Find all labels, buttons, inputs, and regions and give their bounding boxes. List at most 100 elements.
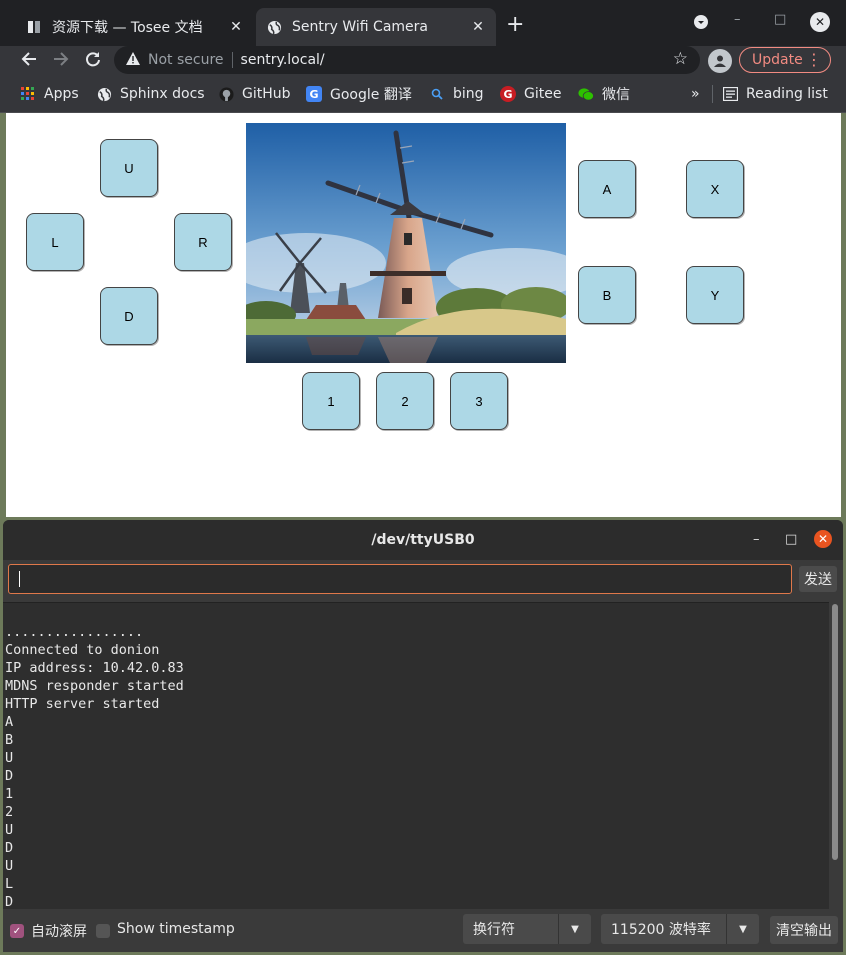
browser-toolbar: Not secure sentry.local/ ☆ Update ⋮ xyxy=(0,46,846,76)
forward-arrow-icon[interactable] xyxy=(50,50,72,73)
bookmark-bing[interactable]: bing xyxy=(429,84,484,104)
serial-window-title: /dev/ttyUSB0 xyxy=(3,520,843,560)
maximize-icon[interactable]: □ xyxy=(774,12,786,27)
camera-stream-image xyxy=(246,123,566,363)
bookmark-label: Gitee xyxy=(524,86,562,102)
new-tab-button[interactable]: + xyxy=(506,12,524,38)
serial-output-line: U xyxy=(5,858,14,874)
output-scrollbar[interactable] xyxy=(832,604,838,860)
reading-list-icon xyxy=(722,86,738,102)
bookmark-gitee[interactable]: G Gitee xyxy=(500,84,561,104)
gitee-icon: G xyxy=(500,86,516,102)
tab-sentry-camera[interactable]: Sentry Wifi Camera ✕ xyxy=(256,8,496,46)
serial-output-line: D xyxy=(5,768,14,784)
dpad-left-button[interactable]: L xyxy=(26,213,84,271)
close-icon[interactable]: ✕ xyxy=(226,19,246,35)
reading-list-button[interactable]: Reading list xyxy=(722,84,828,104)
line-ending-select[interactable]: 换行符 ▼ xyxy=(463,914,591,944)
chevron-down-icon: ▼ xyxy=(558,914,591,944)
divider xyxy=(712,85,713,103)
bookmark-star-icon[interactable]: ☆ xyxy=(673,49,688,69)
close-icon[interactable]: ✕ xyxy=(468,19,488,35)
serial-footer: ✓ 自动滚屏 Show timestamp 换行符 ▼ 115200 波特率 ▼… xyxy=(3,910,843,952)
bookmark-wechat[interactable]: 微信 xyxy=(578,84,630,104)
bookmark-label: GitHub xyxy=(242,86,291,102)
tab-tosee-docs[interactable]: 资源下载 — Tosee 文档 ✕ xyxy=(16,8,254,46)
serial-output-line: D xyxy=(5,840,14,856)
y-button[interactable]: Y xyxy=(686,266,744,324)
autoscroll-label: 自动滚屏 xyxy=(31,924,87,940)
serial-output-line: MDNS responder started xyxy=(5,678,184,694)
minimize-icon[interactable]: – xyxy=(734,12,741,27)
send-button[interactable]: 发送 xyxy=(799,566,837,592)
serial-output-line: ................. xyxy=(5,624,144,640)
serial-output-line: Connected to donion xyxy=(5,642,160,658)
bookmark-label: 微信 xyxy=(602,87,630,103)
divider xyxy=(231,52,233,68)
globe-icon xyxy=(266,19,282,35)
serial-output-line: U xyxy=(5,822,14,838)
line-ending-value: 换行符 xyxy=(473,922,515,938)
clear-output-button[interactable]: 清空输出 xyxy=(770,916,838,944)
github-icon xyxy=(218,86,234,102)
serial-send-input[interactable] xyxy=(8,564,792,594)
serial-monitor-window: /dev/ttyUSB0 – □ ✕ 发送 ................. C… xyxy=(3,520,843,952)
google-translate-icon: G xyxy=(306,86,322,102)
bookmark-label: Reading list xyxy=(746,86,828,102)
serial-output-line: A xyxy=(5,714,14,730)
profile-avatar-icon[interactable] xyxy=(708,49,732,73)
menu-dots-icon[interactable]: ⋮ xyxy=(806,50,822,69)
x-button[interactable]: X xyxy=(686,160,744,218)
autoscroll-checkbox[interactable]: ✓ xyxy=(10,924,24,938)
chevron-down-icon: ▼ xyxy=(726,914,759,944)
tab-search-icon[interactable] xyxy=(693,14,709,34)
serial-output-line: U xyxy=(5,750,14,766)
serial-output-text: ................. Connected to donion IP a… xyxy=(5,623,184,909)
tab-label: Sentry Wifi Camera xyxy=(292,19,428,35)
button-2[interactable]: 2 xyxy=(376,372,434,430)
baud-rate-value: 115200 波特率 xyxy=(611,922,711,938)
more-bookmarks-icon[interactable]: » xyxy=(691,84,700,104)
address-bar[interactable]: Not secure sentry.local/ ☆ xyxy=(114,46,700,74)
bookmark-label: Sphinx docs xyxy=(120,86,205,102)
button-1[interactable]: 1 xyxy=(302,372,360,430)
back-arrow-icon[interactable] xyxy=(18,50,40,73)
dpad-right-button[interactable]: R xyxy=(174,213,232,271)
search-icon xyxy=(429,86,445,102)
bookmark-github[interactable]: GitHub xyxy=(218,84,291,104)
serial-output-line: D xyxy=(5,894,14,909)
bookmark-apps[interactable]: Apps xyxy=(20,84,79,104)
warning-icon[interactable] xyxy=(126,51,140,69)
web-page: U L R D A X B Y 1 2 3 xyxy=(6,113,841,517)
serial-output[interactable]: ................. Connected to donion IP a… xyxy=(3,602,829,909)
button-3[interactable]: 3 xyxy=(450,372,508,430)
serial-output-line: B xyxy=(5,732,14,748)
update-button[interactable]: Update ⋮ xyxy=(739,47,831,73)
bookmark-label: bing xyxy=(453,86,484,102)
minimize-icon[interactable]: – xyxy=(753,532,760,547)
baud-rate-select[interactable]: 115200 波特率 ▼ xyxy=(601,914,759,944)
globe-icon xyxy=(96,86,112,102)
document-icon xyxy=(26,19,42,35)
update-label: Update xyxy=(752,52,803,68)
url-text[interactable]: sentry.local/ xyxy=(241,52,325,68)
maximize-icon[interactable]: □ xyxy=(785,532,797,547)
serial-output-line: IP address: 10.42.0.83 xyxy=(5,660,184,676)
close-window-icon[interactable]: ✕ xyxy=(814,530,832,548)
close-window-icon[interactable]: ✕ xyxy=(810,12,830,32)
bookmark-label: Google 翻译 xyxy=(330,87,412,103)
serial-output-line: L xyxy=(5,876,14,892)
dpad-down-button[interactable]: D xyxy=(100,287,158,345)
reload-icon[interactable] xyxy=(82,50,104,73)
serial-output-line: 2 xyxy=(5,804,14,820)
a-button[interactable]: A xyxy=(578,160,636,218)
dpad-up-button[interactable]: U xyxy=(100,139,158,197)
serial-output-line: HTTP server started xyxy=(5,696,160,712)
timestamp-checkbox[interactable] xyxy=(96,924,110,938)
bookmark-label: Apps xyxy=(44,86,79,102)
bookmark-sphinx-docs[interactable]: Sphinx docs xyxy=(96,84,205,104)
tab-label: 资源下载 — Tosee 文档 xyxy=(52,20,203,36)
bookmark-google-translate[interactable]: G Google 翻译 xyxy=(306,84,412,104)
bookmarks-bar: Apps Sphinx docs GitHub G Google 翻译 bing… xyxy=(0,76,846,113)
b-button[interactable]: B xyxy=(578,266,636,324)
